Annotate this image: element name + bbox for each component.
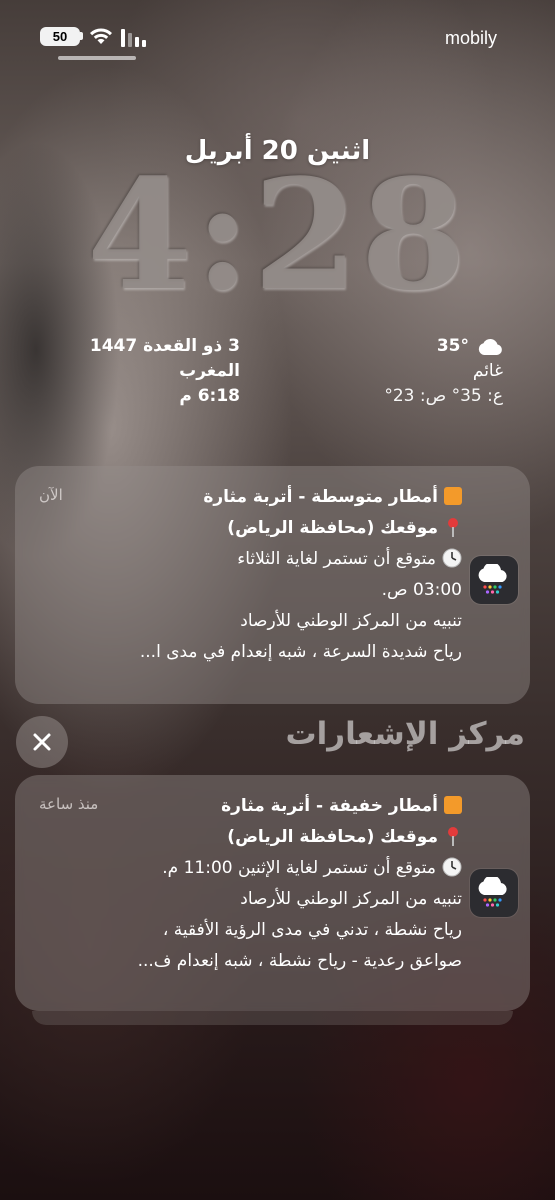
- notification-title: أمطار خفيفة - أتربة مثارة: [221, 796, 438, 816]
- notification-duration-cont: 03:00 ص.: [381, 580, 462, 600]
- notification-center-title: مركز الإشعارات: [285, 716, 525, 752]
- notification-location: موقعك (محافظة الرياض): [227, 827, 438, 847]
- close-icon: [33, 733, 51, 751]
- battery-icon: 50: [40, 27, 80, 46]
- wifi-icon: [90, 28, 112, 44]
- weather-widget[interactable]: 35° غائم ع: 35° ص: 23°: [303, 334, 503, 409]
- weather-range: ع: 35° ص: 23°: [384, 386, 503, 406]
- weather-condition: غائم: [472, 361, 503, 381]
- notification-card[interactable]: الآن أمطار متوسطة - أتربة مثارة موقعك (م…: [15, 466, 530, 704]
- notification-body: أمطار متوسطة - أتربة مثارة موقعك (محافظة…: [42, 482, 462, 668]
- prayer-name: المغرب: [179, 361, 240, 381]
- pin-icon: [448, 827, 458, 846]
- signal-icon: [121, 27, 151, 47]
- close-button[interactable]: [16, 716, 68, 768]
- hijri-date: 3 ذو القعدة 1447: [89, 336, 240, 356]
- cloud-icon: [478, 338, 502, 355]
- battery-tip: [80, 32, 83, 40]
- hijri-prayer-widget[interactable]: 3 ذو القعدة 1447 المغرب 6:18 م: [60, 334, 240, 409]
- notification-details-2: صواعق رعدية - رياح نشطة ، شبه إنعدام ف..…: [137, 951, 462, 971]
- notification-card[interactable]: منذ ساعة أمطار خفيفة - أتربة مثارة موقعك…: [15, 775, 530, 1011]
- carrier-name: mobily: [444, 28, 497, 48]
- stacked-notifications[interactable]: [32, 1011, 513, 1025]
- notification-location: موقعك (محافظة الرياض): [227, 518, 438, 538]
- notification-body: أمطار خفيفة - أتربة مثارة موقعك (محافظة …: [42, 791, 462, 977]
- rain-cloud-icon: [470, 556, 518, 604]
- notification-duration: متوقع أن تستمر لغاية الثلاثاء: [237, 549, 436, 569]
- clock-icon: [442, 857, 462, 877]
- orange-square-icon: [444, 487, 462, 505]
- notification-source: تنبيه من المركز الوطني للأرصاد: [240, 889, 462, 909]
- notification-duration: متوقع أن تستمر لغاية الإثنين 11:00 م.: [162, 858, 436, 878]
- rain-cloud-icon: [470, 869, 518, 917]
- notification-details: رياح شديدة السرعة ، شبه إنعدام في مدى ا.…: [139, 642, 462, 662]
- weather-temperature: 35°: [436, 336, 469, 356]
- orange-square-icon: [444, 796, 462, 814]
- status-indicator: [58, 56, 136, 60]
- notification-source: تنبيه من المركز الوطني للأرصاد: [240, 611, 462, 631]
- clock-icon: [442, 548, 462, 568]
- pin-icon: [448, 518, 458, 537]
- status-bar: 50 mobily: [0, 0, 555, 70]
- lock-clock[interactable]: 4:28: [0, 159, 555, 311]
- notification-details: رياح نشطة ، تدني في مدى الرؤية الأفقية ،: [162, 920, 462, 940]
- prayer-time: 6:18 م: [179, 386, 240, 406]
- notification-title: أمطار متوسطة - أتربة مثارة: [203, 487, 438, 507]
